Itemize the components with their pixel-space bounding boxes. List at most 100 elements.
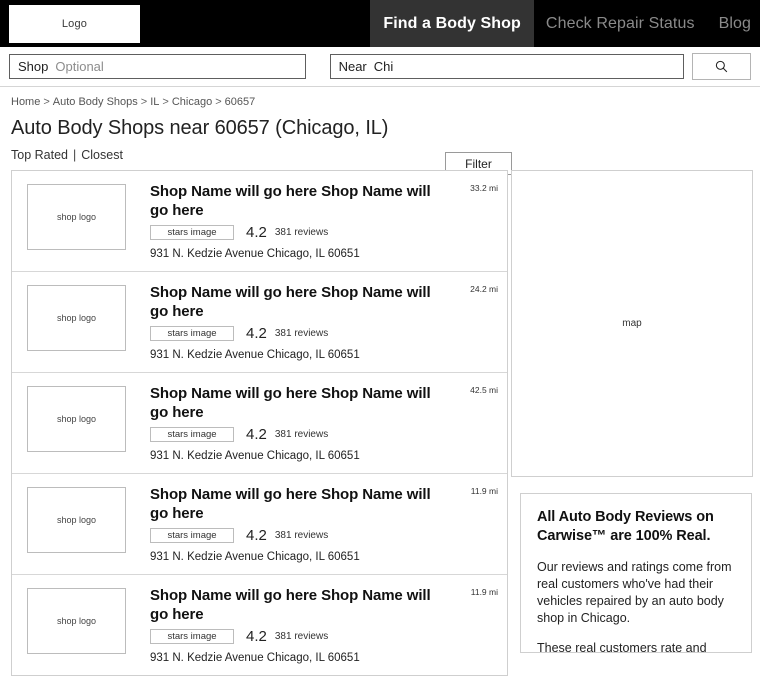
shop-rating-value: 4.2	[246, 224, 267, 241]
shop-logo-placeholder: shop logo	[27, 588, 126, 654]
shop-logo-label: shop logo	[56, 414, 97, 424]
shop-distance: 11.9 mi	[470, 587, 498, 597]
shop-info: Shop Name will go here Shop Name will go…	[126, 283, 507, 361]
shop-result-card[interactable]: shop logo Shop Name will go here Shop Na…	[12, 171, 507, 272]
nav-item-blog[interactable]: Blog	[707, 0, 760, 47]
shop-rating-row: stars image 4.2 381 reviews	[150, 628, 449, 645]
shop-field-label: Shop	[18, 59, 49, 74]
stars-image-label: stars image	[167, 530, 217, 541]
shop-name[interactable]: Shop Name will go here Shop Name will go…	[150, 485, 449, 523]
shop-result-card[interactable]: shop logo Shop Name will go here Shop Na…	[12, 272, 507, 373]
stars-image-placeholder: stars image	[150, 225, 234, 240]
stars-image-label: stars image	[167, 227, 217, 238]
top-navigation-bar: Logo Find a Body Shop Check Repair Statu…	[0, 0, 760, 47]
shop-rating-row: stars image 4.2 381 reviews	[150, 426, 449, 443]
shop-info: Shop Name will go here Shop Name will go…	[126, 485, 507, 563]
stars-image-placeholder: stars image	[150, 326, 234, 341]
nav-item-find-a-body-shop[interactable]: Find a Body Shop	[370, 0, 534, 47]
shop-rating-value: 4.2	[246, 527, 267, 544]
breadcrumb-item-zip[interactable]: 60657	[225, 96, 256, 108]
shop-info: Shop Name will go here Shop Name will go…	[126, 384, 507, 462]
shop-result-card[interactable]: shop logo Shop Name will go here Shop Na…	[12, 575, 507, 675]
sort-option-top-rated[interactable]: Top Rated	[11, 148, 68, 162]
reviews-info-panel: All Auto Body Reviews on Carwise™ are 10…	[520, 493, 752, 653]
nav-item-label: Check Repair Status	[545, 14, 695, 32]
shop-rating-value: 4.2	[246, 426, 267, 443]
shop-distance: 33.2 mi	[470, 183, 498, 193]
breadcrumb: Home > Auto Body Shops > IL > Chicago >60657	[0, 87, 760, 108]
stars-image-placeholder: stars image	[150, 427, 234, 442]
stars-image-placeholder: stars image	[150, 528, 234, 543]
breadcrumb-item-chicago[interactable]: Chicago	[172, 96, 212, 108]
stars-image-label: stars image	[167, 328, 217, 339]
shop-logo-placeholder: shop logo	[27, 487, 126, 553]
map-panel[interactable]: map	[511, 170, 753, 477]
shop-address: 931 N. Kedzie Avenue Chicago, IL 60651	[150, 450, 360, 462]
nav-items: Find a Body Shop Check Repair Status Blo…	[370, 0, 760, 47]
shop-results-list: shop logo Shop Name will go here Shop Na…	[11, 170, 508, 676]
sort-separator: |	[72, 148, 77, 162]
breadcrumb-separator: >	[215, 96, 222, 108]
shop-name[interactable]: Shop Name will go here Shop Name will go…	[150, 586, 449, 624]
shop-review-count[interactable]: 381 reviews	[275, 530, 328, 541]
reviews-panel-paragraph-2: These real customers rate and review an …	[537, 641, 707, 653]
breadcrumb-item-auto-body-shops[interactable]: Auto Body Shops	[53, 96, 138, 108]
right-rail: map All Auto Body Reviews on Carwise™ ar…	[511, 170, 753, 653]
search-icon	[715, 60, 728, 73]
shop-logo-placeholder: shop logo	[27, 386, 126, 452]
reviews-panel-paragraph-1: Our reviews and ratings come from real c…	[537, 560, 732, 625]
shop-rating-value: 4.2	[246, 628, 267, 645]
shop-rating-row: stars image 4.2 381 reviews	[150, 527, 449, 544]
shop-name[interactable]: Shop Name will go here Shop Name will go…	[150, 384, 449, 422]
shop-logo-placeholder: shop logo	[27, 285, 126, 351]
shop-rating-value: 4.2	[246, 325, 267, 342]
shop-search-input[interactable]: Shop Optional	[9, 54, 306, 79]
nav-item-label: Find a Body Shop	[383, 14, 521, 32]
shop-name[interactable]: Shop Name will go here Shop Name will go…	[150, 182, 449, 220]
page-title: Auto Body Shops near 60657 (Chicago, IL)	[11, 117, 389, 139]
shop-distance: 11.9 mi	[470, 486, 498, 496]
shop-logo-label: shop logo	[56, 616, 97, 626]
shop-address: 931 N. Kedzie Avenue Chicago, IL 60651	[150, 248, 360, 260]
nav-item-label: Blog	[718, 14, 751, 32]
content-columns: shop logo Shop Name will go here Shop Na…	[11, 170, 753, 676]
shop-info: Shop Name will go here Shop Name will go…	[126, 182, 507, 260]
filter-button-label: Filter	[465, 156, 492, 171]
shop-address: 931 N. Kedzie Avenue Chicago, IL 60651	[150, 551, 360, 563]
site-logo[interactable]: Logo	[9, 4, 140, 43]
reviews-panel-title: All Auto Body Reviews on Carwise™ are 10…	[537, 509, 714, 544]
sort-row: Top Rated | Closest	[0, 140, 760, 170]
shop-field-placeholder: Optional	[55, 59, 104, 74]
near-field-label: Near	[338, 59, 367, 74]
shop-rating-row: stars image 4.2 381 reviews	[150, 325, 449, 342]
shop-review-count[interactable]: 381 reviews	[275, 227, 328, 238]
shop-logo-label: shop logo	[56, 515, 97, 525]
shop-address: 931 N. Kedzie Avenue Chicago, IL 60651	[150, 652, 360, 664]
shop-logo-placeholder: shop logo	[27, 184, 126, 250]
shop-result-card[interactable]: shop logo Shop Name will go here Shop Na…	[12, 373, 507, 474]
map-label: map	[622, 318, 642, 329]
breadcrumb-separator: >	[43, 96, 50, 108]
shop-logo-label: shop logo	[56, 313, 97, 323]
shop-review-count[interactable]: 381 reviews	[275, 631, 328, 642]
near-field-value: Chi	[373, 59, 394, 74]
shop-info: Shop Name will go here Shop Name will go…	[126, 586, 507, 664]
main-content: shop logo Shop Name will go here Shop Na…	[0, 170, 760, 676]
shop-address: 931 N. Kedzie Avenue Chicago, IL 60651	[150, 349, 360, 361]
shop-review-count[interactable]: 381 reviews	[275, 328, 328, 339]
stars-image-label: stars image	[167, 631, 217, 642]
shop-name[interactable]: Shop Name will go here Shop Name will go…	[150, 283, 449, 321]
breadcrumb-item-home[interactable]: Home	[11, 96, 40, 108]
shop-review-count[interactable]: 381 reviews	[275, 429, 328, 440]
sort-option-closest[interactable]: Closest	[81, 148, 123, 162]
shop-result-card[interactable]: shop logo Shop Name will go here Shop Na…	[12, 474, 507, 575]
stars-image-placeholder: stars image	[150, 629, 234, 644]
breadcrumb-separator: >	[162, 96, 169, 108]
shop-logo-label: shop logo	[56, 212, 97, 222]
location-search-input[interactable]: Near Chi	[329, 54, 685, 79]
search-button[interactable]	[692, 53, 751, 80]
search-bar: Shop Optional Near Chi	[0, 47, 760, 87]
shop-distance: 42.5 mi	[470, 385, 498, 395]
nav-item-check-repair-status[interactable]: Check Repair Status	[534, 0, 707, 47]
stars-image-label: stars image	[167, 429, 217, 440]
